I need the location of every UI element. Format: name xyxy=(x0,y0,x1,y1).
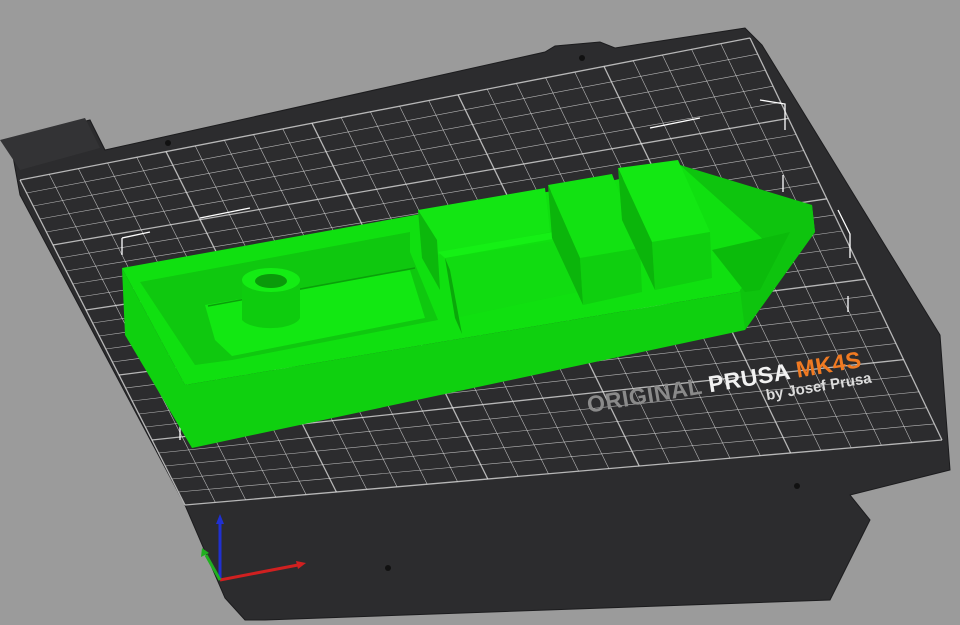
plater-scene[interactable] xyxy=(0,0,960,625)
3d-viewport[interactable]: ORIGINAL PRUSA MK4S by Josef Prusa xyxy=(0,0,960,625)
chimney-cylinder xyxy=(242,268,300,329)
